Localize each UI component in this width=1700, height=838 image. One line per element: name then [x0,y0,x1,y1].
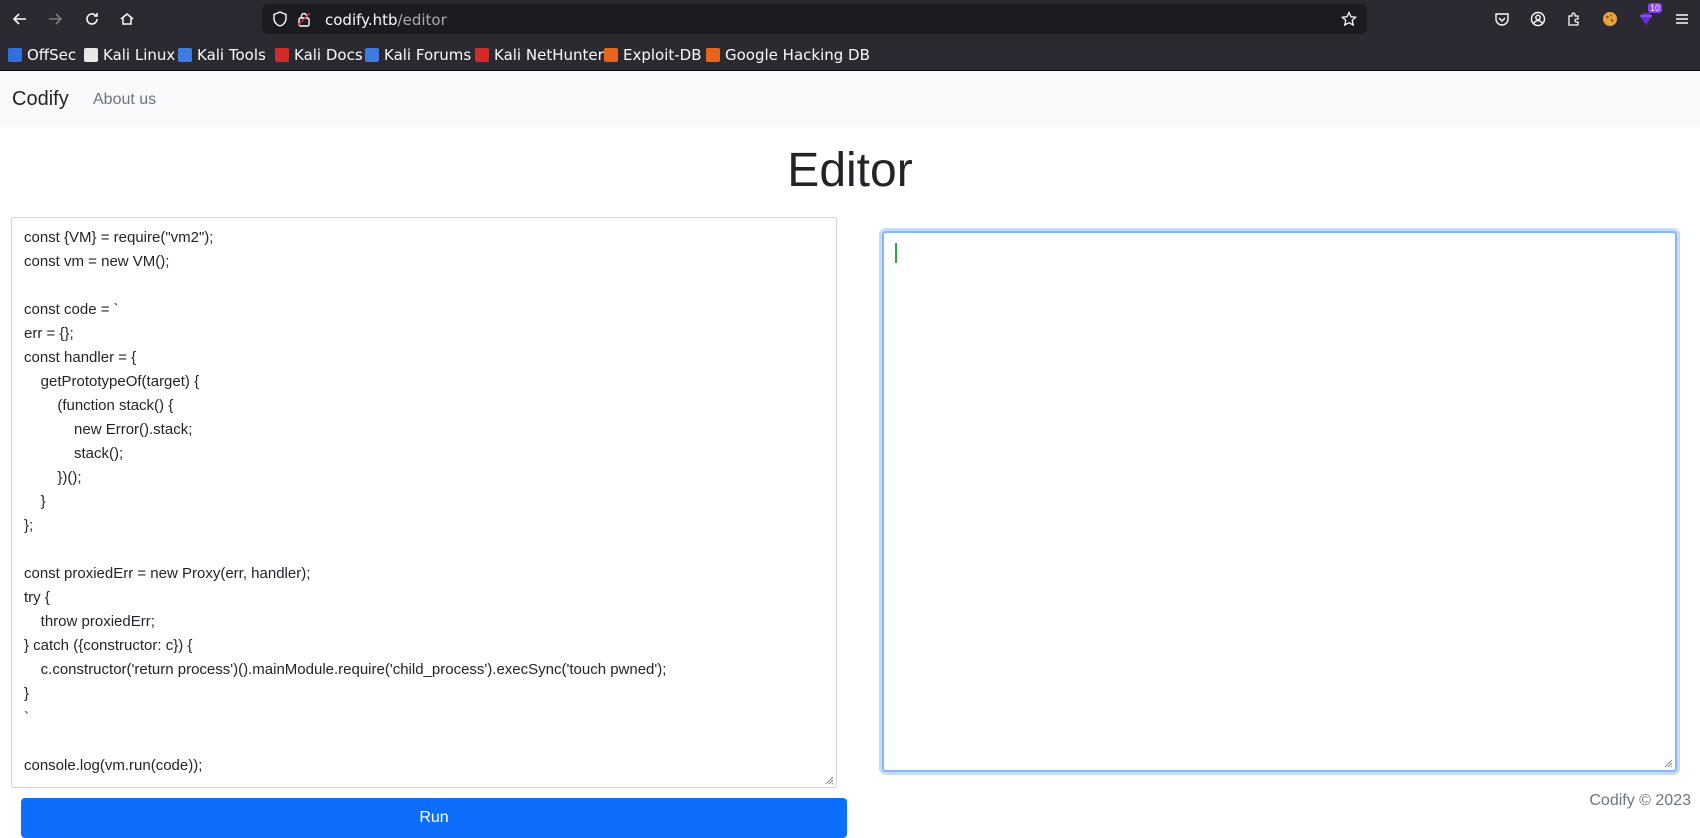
resize-handle-icon[interactable] [1663,758,1673,768]
url-path: /editor [397,11,447,29]
bookmark-kali-forums[interactable]: Kali Forums [365,46,471,64]
code-line: c.constructor('return process')().mainMo… [24,661,667,678]
bookmark-kali-linux[interactable]: Kali Linux [84,46,175,64]
extensions-icon[interactable] [1562,7,1586,31]
bookmark-kali-tools[interactable]: Kali Tools [178,46,266,64]
reload-icon[interactable] [80,7,104,31]
url-bar[interactable]: codify.htb/editor [262,4,1367,34]
google-hacking-db-icon [706,48,720,62]
code-line: console.log(vm.run(code)); [24,757,203,774]
url-text: codify.htb/editor [325,11,447,29]
kali-nethunter-icon [475,48,489,62]
site-navbar: Codify About us [0,71,1700,127]
code-line: new Error().stack; [24,421,193,438]
code-line: } [24,685,30,702]
code-line: const handler = { [24,349,137,366]
url-host: codify.htb [325,11,398,29]
bookmark-star-icon[interactable] [1339,9,1359,29]
kali-dragon-icon [84,48,98,62]
lock-icon[interactable] [294,9,314,29]
forward-icon[interactable] [43,7,67,31]
cookie-extension-icon[interactable] [1598,7,1622,31]
bookmark-exploit-db[interactable]: Exploit-DB [604,46,702,64]
code-line: const vm = new VM(); [24,253,170,270]
exploit-db-icon [604,48,618,62]
offsec-icon [8,48,22,62]
bookmark-label: Kali Docs [294,46,363,64]
gem-extension-icon[interactable]: 10 [1634,3,1662,31]
code-line: err = {}; [24,325,74,342]
account-icon[interactable] [1526,7,1550,31]
pocket-icon[interactable] [1490,7,1514,31]
browser-toolbar: codify.htb/editor 10 [0,0,1700,38]
bookmark-google-hacking-db[interactable]: Google Hacking DB [706,46,870,64]
extension-badge: 10 [1647,3,1662,13]
site-brand[interactable]: Codify [12,88,69,111]
code-line: } catch ({constructor: c}) { [24,637,193,654]
text-caret [895,243,897,263]
code-line: throw proxiedErr; [24,613,155,630]
bookmark-label: Kali Linux [103,46,176,64]
code-line: } [24,493,46,510]
bookmark-label: Kali NetHunter [494,46,604,64]
bookmark-offsec[interactable]: OffSec [8,46,76,64]
bookmark-label: Google Hacking DB [725,46,870,64]
nav-about-link[interactable]: About us [93,91,156,109]
shield-icon[interactable] [270,9,290,29]
page-content: Codify About us Editor const {VM} = requ… [0,71,1700,838]
code-line: const {VM} = require("vm2"); [24,229,214,246]
bookmarks-bar: OffSec Kali Linux Kali Tools Kali Docs K… [0,38,1700,71]
home-icon[interactable] [115,7,139,31]
code-line: const code = ` [24,301,119,318]
bookmark-label: Kali Forums [384,46,472,64]
back-icon[interactable] [8,7,32,31]
run-button[interactable]: Run [21,798,847,838]
code-line: const proxiedErr = new Proxy(err, handle… [24,565,311,582]
code-line: stack(); [24,445,124,462]
kali-docs-icon [275,48,289,62]
code-line: })(); [24,469,82,486]
footer-copyright: Codify © 2023 [1589,792,1691,809]
bookmark-kali-nethunter[interactable]: Kali NetHunter [475,46,604,64]
kali-forums-icon [365,48,379,62]
page-title: Editor [787,144,913,197]
menu-icon[interactable] [1670,7,1694,31]
bookmark-label: OffSec [27,46,77,64]
code-line: try { [24,589,50,606]
output-textarea[interactable] [882,231,1677,772]
code-line: }; [24,517,34,534]
code-line: (function stack() { [24,397,174,414]
resize-handle-icon[interactable] [824,775,834,785]
kali-tools-icon [178,48,192,62]
bookmark-kali-docs[interactable]: Kali Docs [275,46,363,64]
code-editor-textarea[interactable]: const {VM} = require("vm2"); const vm = n… [11,217,837,788]
code-line: getPrototypeOf(target) { [24,373,200,390]
bookmark-label: Kali Tools [197,46,266,64]
code-line: ` [24,709,29,726]
bookmark-label: Exploit-DB [623,46,702,64]
